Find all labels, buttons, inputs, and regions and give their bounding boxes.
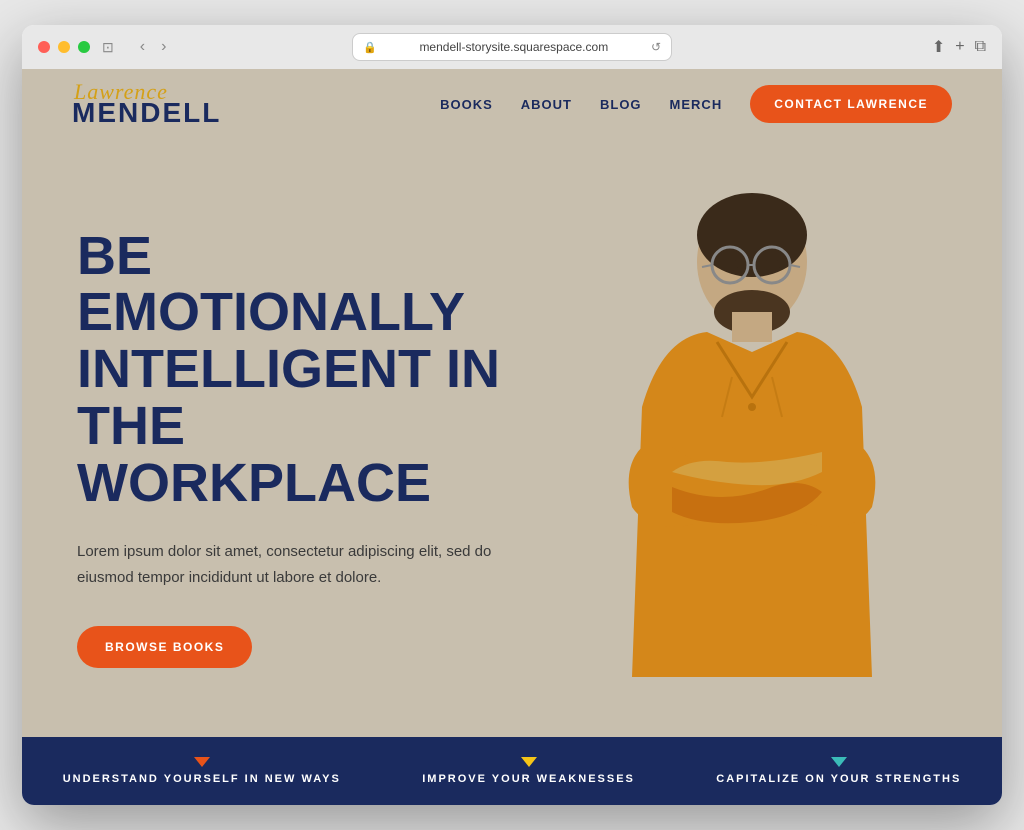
logo: Lawrence MENDELL	[72, 81, 221, 127]
forward-button[interactable]: ›	[155, 36, 172, 58]
contact-button[interactable]: CONTACT LAWRENCE	[750, 85, 952, 123]
window-icon[interactable]: ⊡	[102, 39, 114, 56]
site-header: Lawrence MENDELL BOOKS ABOUT BLOG MERCH …	[22, 69, 1002, 139]
nav-books[interactable]: BOOKS	[440, 97, 493, 112]
maximize-button[interactable]	[78, 41, 90, 53]
bottom-banner: UNDERSTAND YOURSELF IN NEW WAYS IMPROVE …	[22, 737, 1002, 805]
traffic-lights	[38, 41, 90, 53]
reload-icon[interactable]: ↺	[651, 40, 661, 54]
copy-window-button[interactable]: ⧉	[975, 38, 986, 56]
hero-subtext: Lorem ipsum dolor sit amet, consectetur …	[77, 539, 497, 590]
banner-label-2: IMPROVE YOUR WEAKNESSES	[422, 773, 635, 785]
minimize-button[interactable]	[58, 41, 70, 53]
logo-main: MENDELL	[72, 99, 221, 127]
address-bar[interactable]: 🔒 mendell-storysite.squarespace.com ↺	[352, 33, 672, 61]
banner-item-3: CAPITALIZE ON YOUR STRENGTHS	[716, 757, 961, 785]
hero-person-image	[562, 177, 942, 677]
new-tab-button[interactable]: +	[955, 38, 964, 56]
hero-section: BE EMOTIONALLY INTELLIGENT IN THE WORKPL…	[22, 139, 1002, 737]
close-button[interactable]	[38, 41, 50, 53]
lock-icon: 🔒	[363, 41, 377, 54]
back-button[interactable]: ‹	[134, 36, 151, 58]
address-bar-container: 🔒 mendell-storysite.squarespace.com ↺	[352, 33, 672, 61]
banner-item-2: IMPROVE YOUR WEAKNESSES	[422, 757, 635, 785]
banner-label-3: CAPITALIZE ON YOUR STRENGTHS	[716, 773, 961, 785]
titlebar-nav: ‹ ›	[134, 36, 173, 58]
nav-about[interactable]: ABOUT	[521, 97, 572, 112]
site-nav: BOOKS ABOUT BLOG MERCH CONTACT LAWRENCE	[440, 85, 952, 123]
banner-arrow-3	[831, 757, 847, 767]
banner-label-1: UNDERSTAND YOURSELF IN NEW WAYS	[63, 773, 341, 785]
banner-item-1: UNDERSTAND YOURSELF IN NEW WAYS	[63, 757, 341, 785]
banner-arrow-1	[194, 757, 210, 767]
address-text: mendell-storysite.squarespace.com	[383, 40, 645, 54]
hero-headline: BE EMOTIONALLY INTELLIGENT IN THE WORKPL…	[77, 228, 507, 511]
website: Lawrence MENDELL BOOKS ABOUT BLOG MERCH …	[22, 69, 1002, 805]
titlebar-right: ⬆ + ⧉	[932, 37, 986, 57]
mac-window: ⊡ ‹ › 🔒 mendell-storysite.squarespace.co…	[22, 25, 1002, 805]
titlebar-left: ⊡ ‹ ›	[38, 36, 172, 58]
share-button[interactable]: ⬆	[932, 37, 945, 57]
nav-blog[interactable]: BLOG	[600, 97, 642, 112]
titlebar: ⊡ ‹ › 🔒 mendell-storysite.squarespace.co…	[22, 25, 1002, 69]
browse-books-button[interactable]: BROWSE BOOKS	[77, 626, 252, 668]
banner-arrow-2	[521, 757, 537, 767]
hero-content: BE EMOTIONALLY INTELLIGENT IN THE WORKPL…	[22, 139, 562, 737]
nav-merch[interactable]: MERCH	[670, 97, 723, 112]
